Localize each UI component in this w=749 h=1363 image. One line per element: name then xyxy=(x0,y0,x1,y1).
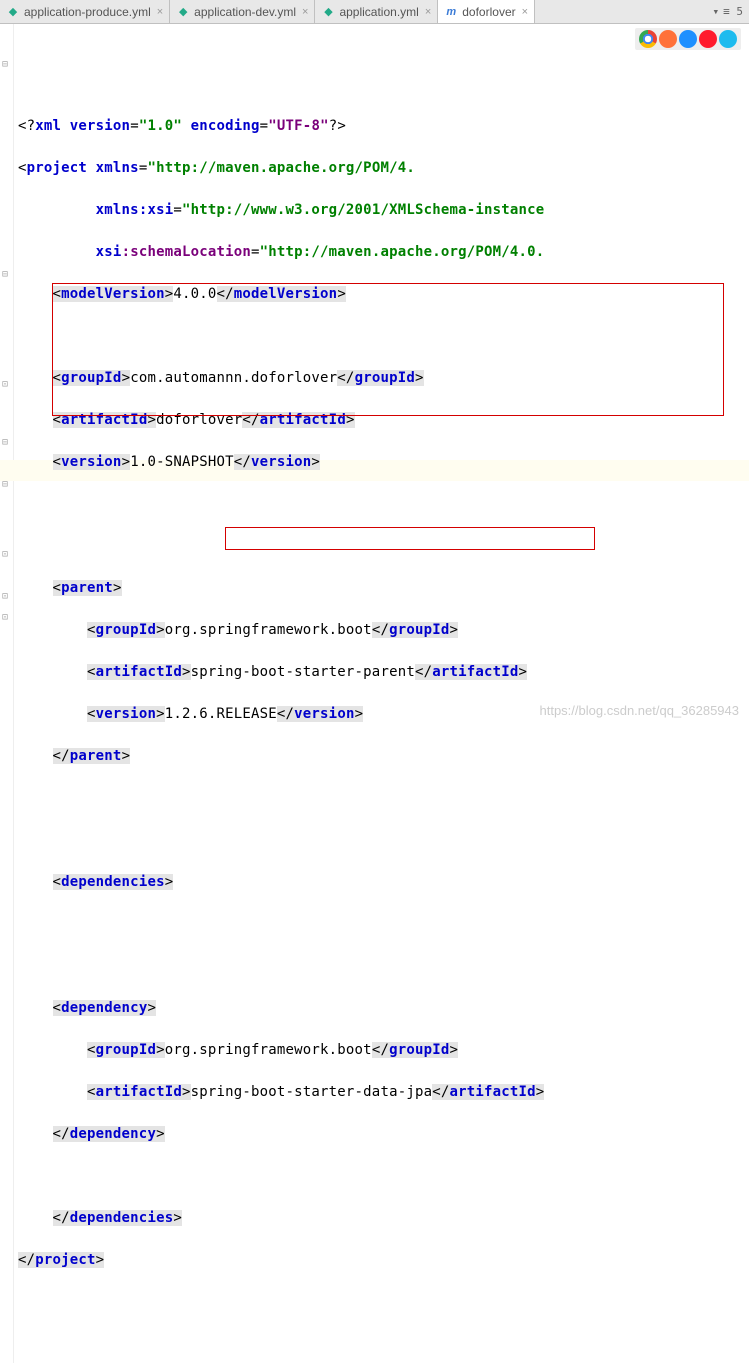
editor-tabs: ◆ application-produce.yml × ◆ applicatio… xyxy=(0,0,749,24)
code-line xyxy=(18,494,749,515)
close-icon[interactable]: × xyxy=(522,6,528,18)
tab-doforlover[interactable]: m doforlover × xyxy=(438,0,535,23)
fold-icon[interactable]: ⊟ xyxy=(2,54,12,64)
fold-end-icon[interactable]: ⊡ xyxy=(2,586,12,596)
code-line xyxy=(18,788,749,809)
tab-label: doforlover xyxy=(462,5,515,19)
code-line xyxy=(18,1166,749,1187)
code-line: <artifactId>spring-boot-starter-data-jpa… xyxy=(18,1082,749,1103)
close-icon[interactable]: × xyxy=(425,6,431,18)
watermark: https://blog.csdn.net/qq_36285943 xyxy=(540,703,740,718)
code-line: </parent> xyxy=(18,746,749,767)
fold-end-icon[interactable]: ⊡ xyxy=(2,607,12,617)
highlight-box-artifact xyxy=(225,527,595,550)
code-line: </project> xyxy=(18,1250,749,1271)
fold-icon[interactable]: ⊟ xyxy=(2,432,12,442)
fold-icon[interactable]: ⊟ xyxy=(2,264,12,274)
close-icon[interactable]: × xyxy=(302,6,308,18)
code-editor[interactable]: ⊟ ⊟ ⊡ ⊟ ⊟ ⊡ ⊡ ⊡ <?xml version="1.0" enco… xyxy=(0,24,749,1363)
close-icon[interactable]: × xyxy=(157,6,163,18)
tab-label: application.yml xyxy=(339,5,418,19)
code-line xyxy=(18,914,749,935)
code-line: <version>1.0-SNAPSHOT</version> xyxy=(18,452,749,473)
tab-application[interactable]: ◆ application.yml × xyxy=(315,0,438,23)
code-line: <project xmlns="http://maven.apache.org/… xyxy=(18,158,749,179)
yml-icon: ◆ xyxy=(6,5,20,19)
yml-icon: ◆ xyxy=(321,5,335,19)
yml-icon: ◆ xyxy=(176,5,190,19)
tab-application-dev[interactable]: ◆ application-dev.yml × xyxy=(170,0,315,23)
code-line: </dependency> xyxy=(18,1124,749,1145)
code-line: <groupId>org.springframework.boot</group… xyxy=(18,620,749,641)
code-line: <groupId>org.springframework.boot</group… xyxy=(18,1040,749,1061)
fold-end-icon[interactable]: ⊡ xyxy=(2,544,12,554)
gutter: ⊟ ⊟ ⊡ ⊟ ⊟ ⊡ ⊡ ⊡ xyxy=(0,24,14,1363)
tab-bar-right-controls[interactable]: ▾ ≡ 5 xyxy=(713,0,749,23)
code-line xyxy=(18,956,749,977)
tab-label: application-produce.yml xyxy=(24,5,151,19)
code-line xyxy=(18,830,749,851)
code-line: <dependencies> xyxy=(18,872,749,893)
code-line: xsi:schemaLocation="http://maven.apache.… xyxy=(18,242,749,263)
code-line: <?xml version="1.0" encoding="UTF-8"?> xyxy=(18,116,749,137)
code-line: <artifactId>spring-boot-starter-parent</… xyxy=(18,662,749,683)
tab-application-produce[interactable]: ◆ application-produce.yml × xyxy=(0,0,170,23)
highlight-box-parent xyxy=(52,283,724,416)
tab-label: application-dev.yml xyxy=(194,5,296,19)
code-line: xmlns:xsi="http://www.w3.org/2001/XMLSch… xyxy=(18,200,749,221)
list-mode-label: ≡ 5 xyxy=(723,5,743,18)
code-line: <parent> xyxy=(18,578,749,599)
code-line: </dependencies> xyxy=(18,1208,749,1229)
maven-icon: m xyxy=(444,5,458,19)
menu-icon[interactable]: ▾ xyxy=(713,5,720,18)
fold-end-icon[interactable]: ⊡ xyxy=(2,374,12,384)
code-line: <dependency> xyxy=(18,998,749,1019)
